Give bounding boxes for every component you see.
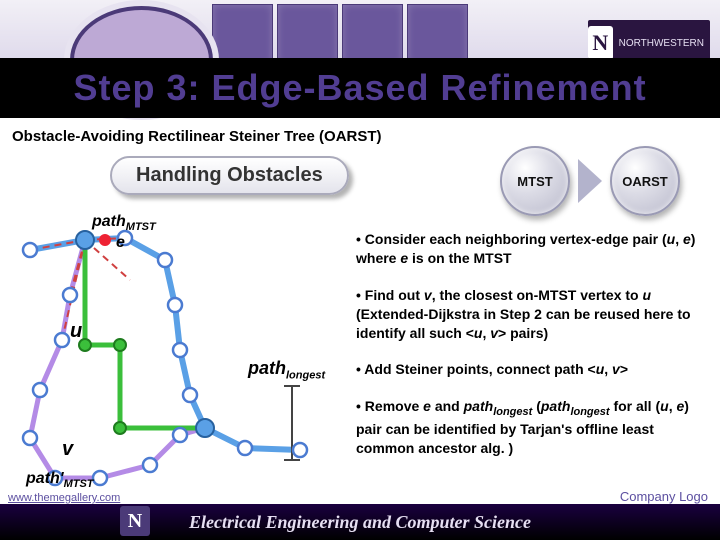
title-bar: Step 3: Edge-Based Refinement xyxy=(0,58,720,118)
pipeline-from-badge: MTST xyxy=(500,146,570,216)
subtitle-pill: Handling Obstacles xyxy=(110,156,349,195)
slide-title: Step 3: Edge-Based Refinement xyxy=(0,58,720,118)
label-u: u xyxy=(70,320,82,343)
nu-n-icon: N xyxy=(588,26,613,60)
pipeline: MTST OARST xyxy=(500,146,680,216)
company-logo: Company Logo xyxy=(620,489,708,504)
footer-n-icon: N xyxy=(120,506,150,536)
nu-label: NORTHWESTERN xyxy=(619,38,704,49)
label-e: e xyxy=(116,234,125,252)
bullet-2: • Find out v, the closest on-MTST vertex… xyxy=(356,286,702,343)
chevron-right-icon xyxy=(578,159,602,203)
bullet-4: • Remove e and pathlongest (pathlongest … xyxy=(356,397,702,457)
pipeline-to-badge: OARST xyxy=(610,146,680,216)
label-v: v xyxy=(62,438,73,461)
label-path-mtst: pathMTST xyxy=(92,213,156,233)
subtitle-handling: Handling Obstacles xyxy=(136,164,323,186)
footer-dept: Electrical Engineering and Computer Scie… xyxy=(0,504,720,540)
footer-bar: N Electrical Engineering and Computer Sc… xyxy=(0,504,720,540)
label-path-prime-mtst: path'MTST xyxy=(26,470,94,490)
theme-gallery-link[interactable]: www.themegallery.com xyxy=(8,492,120,504)
bullet-3: • Add Steiner points, connect path <u, v… xyxy=(356,360,702,379)
bullet-list: • Consider each neighboring vertex-edge … xyxy=(356,230,702,476)
bullet-1: • Consider each neighboring vertex-edge … xyxy=(356,230,702,268)
label-path-longest: pathlongest xyxy=(248,358,325,382)
subtitle-oarst: Obstacle-Avoiding Rectilinear Steiner Tr… xyxy=(12,128,382,145)
